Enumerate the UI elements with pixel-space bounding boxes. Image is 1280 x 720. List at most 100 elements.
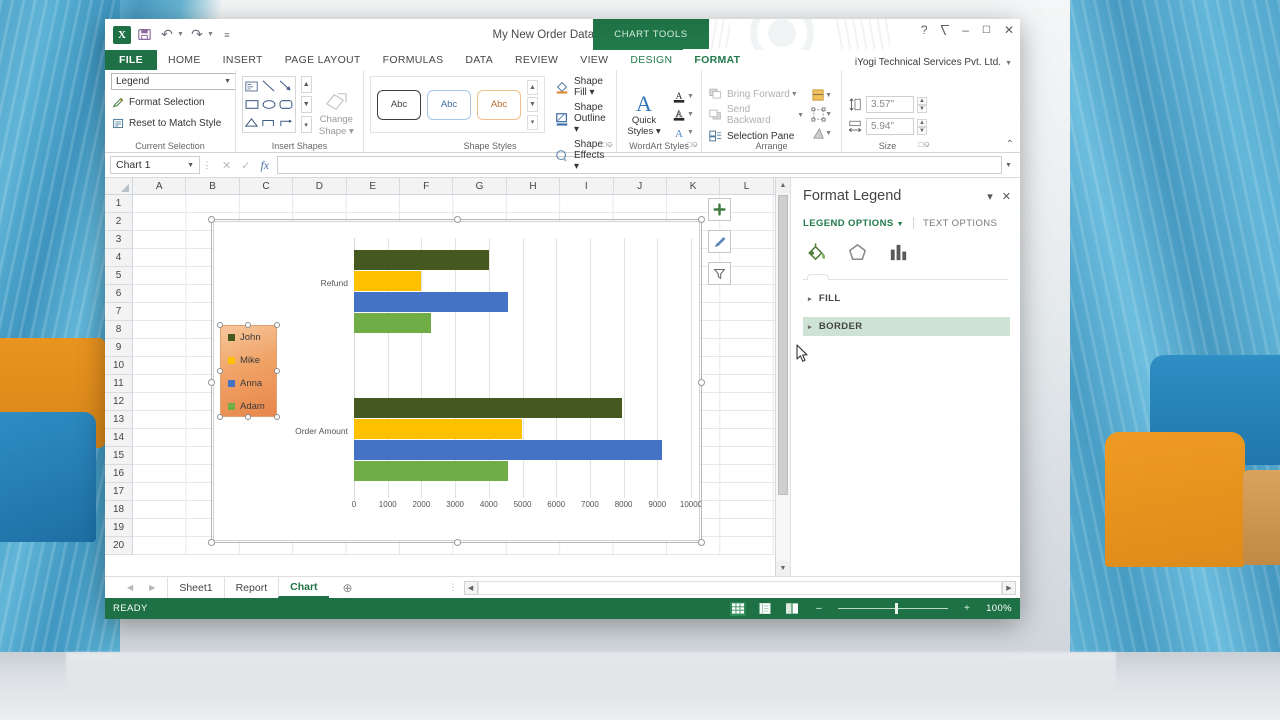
redo-dropdown-icon[interactable]: ▼ — [207, 31, 214, 38]
wordart-dialog-launcher[interactable]: □⎉ — [687, 140, 698, 150]
chart-bar-mike-order-amount[interactable] — [354, 419, 522, 439]
row-header-3[interactable]: 3 — [105, 231, 132, 249]
account-name[interactable]: iYogi Technical Services Pvt. Ltd. ▼ — [855, 57, 1012, 68]
legend-entry-mike[interactable]: Mike — [221, 349, 276, 372]
chevron-right-icon[interactable]: ▸ — [808, 295, 812, 303]
tab-file[interactable]: FILE — [105, 50, 157, 70]
shapes-gallery[interactable] — [242, 76, 296, 133]
chart-bar-adam-refund[interactable] — [354, 313, 431, 333]
gallery-scroll-up-icon[interactable]: ▲ — [300, 76, 312, 93]
zoom-slider-thumb[interactable] — [895, 603, 899, 614]
group-button[interactable]: ▼ — [811, 106, 832, 122]
shape-styles-dialog-launcher[interactable]: □⎉ — [602, 140, 613, 150]
sheet-tab-report[interactable]: Report — [223, 577, 279, 598]
row-header-20[interactable]: 20 — [105, 537, 132, 555]
row-header-15[interactable]: 15 — [105, 447, 132, 465]
chart-legend[interactable]: John Mike Anna Adam — [217, 322, 280, 420]
gallery-scroll-down-icon[interactable]: ▼ — [300, 96, 312, 113]
horizontal-scrollbar[interactable]: ◀ ▶ — [463, 580, 1016, 595]
select-all-corner[interactable] — [105, 178, 133, 194]
rotate-dropdown-icon[interactable]: ▼ — [825, 130, 832, 137]
legend-handle-n[interactable] — [245, 322, 251, 328]
chart-bar-anna-refund[interactable] — [354, 292, 508, 312]
column-header-L[interactable]: L — [720, 178, 774, 194]
row-header-13[interactable]: 13 — [105, 411, 132, 429]
zoom-slider[interactable] — [838, 603, 949, 614]
legend-handle-s[interactable] — [245, 414, 251, 420]
row-header-17[interactable]: 17 — [105, 483, 132, 501]
tab-home[interactable]: HOME — [157, 50, 212, 70]
shape-style-preview-1[interactable]: Abc — [377, 89, 421, 120]
name-box-dropdown-icon[interactable]: ▼ — [187, 162, 194, 169]
chart-object[interactable]: Refund Order Amount 0 1000 2000 3000 4000 5000… — [213, 221, 702, 541]
chart-filters-button[interactable] — [708, 262, 731, 285]
shape-elbow-connector-icon[interactable] — [260, 114, 277, 132]
text-effects-button[interactable]: A ▼ — [670, 125, 694, 140]
shape-arrow-icon[interactable] — [277, 77, 294, 95]
page-layout-view-button[interactable] — [757, 602, 773, 616]
column-header-G[interactable]: G — [453, 178, 507, 194]
expand-formula-bar-icon[interactable]: ▼ — [1002, 162, 1015, 169]
align-dropdown-icon[interactable]: ▼ — [825, 92, 832, 99]
shape-triangle-icon[interactable] — [243, 114, 260, 132]
wordart-quick-styles-button[interactable]: A Quick Styles ▾ — [623, 92, 665, 137]
undo-icon[interactable]: ↶ — [157, 25, 177, 45]
scroll-down-icon[interactable]: ▼ — [776, 561, 790, 576]
tab-data[interactable]: DATA — [454, 50, 504, 70]
pane-section-border[interactable]: ▸ BORDER — [803, 317, 1010, 336]
row-header-6[interactable]: 6 — [105, 285, 132, 303]
scroll-left-icon[interactable]: ◀ — [463, 580, 478, 595]
normal-view-button[interactable] — [730, 601, 747, 616]
row-header-5[interactable]: 5 — [105, 267, 132, 285]
sheet-tab-sheet1[interactable]: Sheet1 — [167, 577, 223, 598]
sheet-tab-chart[interactable]: Chart — [278, 577, 329, 598]
row-header-2[interactable]: 2 — [105, 213, 132, 231]
legend-handle-se[interactable] — [274, 414, 280, 420]
undo-dropdown-icon[interactable]: ▼ — [177, 31, 184, 38]
chevron-right-icon-border[interactable]: ▸ — [808, 323, 812, 331]
bring-forward-dropdown-icon[interactable]: ▼ — [791, 91, 798, 98]
ribbon-display-options-icon[interactable]: ⎲ — [941, 25, 950, 36]
style-scroll-down-icon[interactable]: ▼ — [527, 97, 538, 112]
column-header-C[interactable]: C — [239, 178, 294, 194]
enter-formula-icon[interactable]: ✓ — [241, 159, 250, 172]
insert-function-icon[interactable]: fx — [260, 158, 269, 173]
scroll-up-icon[interactable]: ▲ — [776, 178, 790, 193]
fill-and-line-icon[interactable] — [805, 241, 828, 269]
next-sheet-icon[interactable]: ▶ — [149, 583, 155, 592]
column-header-F[interactable]: F — [399, 178, 454, 194]
shape-width-input[interactable]: 5.94" — [866, 118, 914, 135]
vertical-scroll-thumb[interactable] — [778, 195, 788, 495]
page-break-preview-button[interactable] — [784, 602, 800, 616]
row-header-7[interactable]: 7 — [105, 303, 132, 321]
tab-legend-options[interactable]: LEGEND OPTIONS ▼ — [803, 218, 904, 229]
chart-elements-button[interactable] — [708, 198, 731, 221]
width-down-icon[interactable]: ▼ — [917, 126, 927, 135]
save-icon[interactable] — [134, 25, 154, 45]
effects-icon[interactable] — [846, 241, 869, 269]
zoom-slider-track[interactable] — [838, 603, 949, 614]
rotate-button[interactable]: ▼ — [811, 126, 832, 140]
maximize-button[interactable]: ☐ — [982, 25, 991, 36]
help-icon[interactable]: ? — [921, 23, 928, 37]
align-button[interactable]: ▼ — [811, 88, 832, 102]
chart-bar-mike-refund[interactable] — [354, 271, 421, 291]
close-button[interactable]: ✕ — [1004, 23, 1014, 37]
group-dropdown-icon[interactable]: ▼ — [825, 111, 832, 118]
tab-formulas[interactable]: FORMULAS — [372, 50, 455, 70]
shape-elbow-arrow-connector-icon[interactable] — [277, 114, 294, 132]
row-header-18[interactable]: 18 — [105, 501, 132, 519]
legend-handle-e[interactable] — [274, 368, 280, 374]
text-fill-button[interactable]: A ▼ — [670, 89, 694, 104]
shape-rounded-rectangle-icon[interactable] — [277, 95, 294, 113]
width-up-icon[interactable]: ▲ — [917, 118, 927, 127]
row-header-16[interactable]: 16 — [105, 465, 132, 483]
text-outline-button[interactable]: A ▼ — [670, 107, 694, 122]
gallery-expand-icon[interactable]: ▾ — [300, 116, 312, 133]
style-scroll-up-icon[interactable]: ▲ — [527, 79, 538, 95]
size-dialog-launcher[interactable]: □⎉ — [919, 140, 930, 150]
column-header-K[interactable]: K — [666, 178, 721, 194]
vertical-scrollbar[interactable]: ▲ ▼ — [775, 178, 790, 576]
legend-options-caret-icon[interactable]: ▼ — [897, 221, 904, 228]
bring-forward-button[interactable]: Bring Forward ▼ — [708, 87, 804, 101]
